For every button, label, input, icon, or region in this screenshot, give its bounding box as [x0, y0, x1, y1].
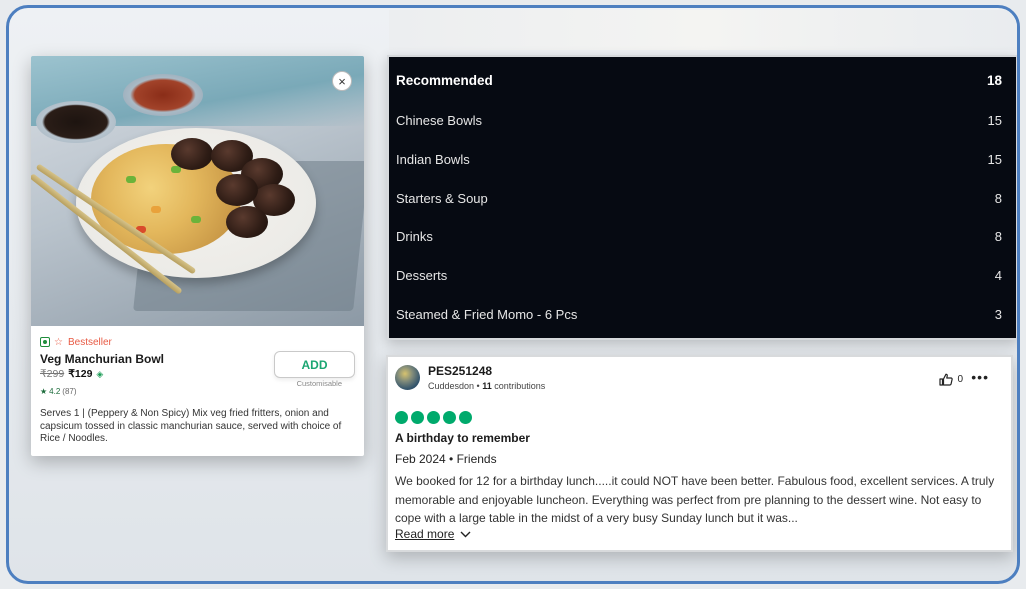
- thumbs-up-icon: [939, 373, 954, 386]
- star-icon: ☆: [54, 336, 63, 348]
- read-more-label: Read more: [395, 527, 455, 541]
- reviewer-name[interactable]: PES251248: [428, 364, 492, 378]
- category-count: 8: [994, 191, 1002, 206]
- product-description: Serves 1 | (Peppery & Non Spicy) Mix veg…: [40, 408, 342, 444]
- rating-bubble: [427, 411, 440, 424]
- bestseller-badge: Bestseller: [67, 336, 112, 348]
- chevron-down-icon: [460, 531, 471, 537]
- category-indian-bowls[interactable]: Indian Bowls 15: [396, 152, 1002, 167]
- rating-bubble: [395, 411, 408, 424]
- review-text: We booked for 12 for a birthday lunch...…: [395, 474, 995, 525]
- category-starters-soup[interactable]: Starters & Soup 8: [396, 191, 1002, 206]
- veg-icon: [40, 337, 50, 347]
- category-drinks[interactable]: Drinks 8: [396, 229, 1002, 244]
- rating-bubble: [411, 411, 424, 424]
- rating-star-icon: ★: [40, 387, 48, 396]
- close-button[interactable]: ×: [332, 71, 352, 91]
- category-count: 15: [987, 152, 1002, 167]
- read-more-link[interactable]: Read more: [395, 527, 471, 541]
- category-label: Desserts: [396, 268, 448, 283]
- category-chinese-bowls[interactable]: Chinese Bowls 15: [396, 113, 1002, 128]
- review-card: PES251248 Cuddesdon • 11 contributions 0…: [386, 355, 1013, 552]
- rating-count: (87): [62, 387, 77, 396]
- category-count: 4: [994, 268, 1002, 283]
- rating-value: 4.2: [49, 387, 61, 396]
- category-label: Starters & Soup: [396, 191, 488, 206]
- helpful-count: 0: [957, 374, 963, 385]
- menu-category-list: Recommended 18 Chinese Bowls 15 Indian B…: [387, 55, 1017, 340]
- category-count: 8: [994, 229, 1002, 244]
- old-price: ₹299: [40, 368, 65, 380]
- close-icon: ×: [338, 73, 346, 89]
- product-card: × ☆ Bestseller Veg Manchurian Bowl ₹299 …: [31, 56, 364, 456]
- category-count: 3: [994, 307, 1002, 322]
- category-label: Steamed & Fried Momo - 6 Pcs: [396, 307, 578, 322]
- category-desserts[interactable]: Desserts 4: [396, 268, 1002, 283]
- rating-row: ★ 4.2 (87): [40, 387, 355, 396]
- category-label: Drinks: [396, 229, 433, 244]
- category-label: Recommended: [396, 73, 493, 88]
- rating-bubbles: [395, 411, 472, 424]
- outer-frame: × ☆ Bestseller Veg Manchurian Bowl ₹299 …: [6, 5, 1020, 584]
- category-label: Indian Bowls: [396, 152, 470, 167]
- bestseller-row: ☆ Bestseller: [40, 336, 355, 348]
- review-date: Feb 2024 • Friends: [395, 452, 497, 466]
- more-options-icon[interactable]: •••: [971, 369, 989, 385]
- reviewer-location: Cuddesdon: [428, 381, 475, 391]
- product-image: ×: [31, 56, 364, 326]
- add-button[interactable]: ADD: [274, 351, 355, 378]
- rating-bubble: [459, 411, 472, 424]
- category-label: Chinese Bowls: [396, 113, 482, 128]
- reviewer-meta: Cuddesdon • 11 contributions: [428, 381, 546, 391]
- avatar[interactable]: [395, 365, 420, 390]
- rating-bubble: [443, 411, 456, 424]
- category-count: 18: [986, 73, 1002, 88]
- category-count: 15: [987, 113, 1002, 128]
- contributions-label: contributions: [494, 381, 546, 391]
- current-price: ₹129: [68, 368, 93, 380]
- category-recommended[interactable]: Recommended 18: [396, 73, 1002, 88]
- helpful-vote-button[interactable]: 0: [939, 373, 963, 386]
- review-title[interactable]: A birthday to remember: [395, 431, 530, 445]
- product-info: ☆ Bestseller Veg Manchurian Bowl ₹299 ₹1…: [31, 326, 364, 456]
- contributions-count: 11: [482, 381, 492, 391]
- offer-icon: ◈: [96, 368, 104, 379]
- category-momo[interactable]: Steamed & Fried Momo - 6 Pcs 3: [396, 307, 1002, 322]
- customisable-label: Customisable: [296, 379, 342, 388]
